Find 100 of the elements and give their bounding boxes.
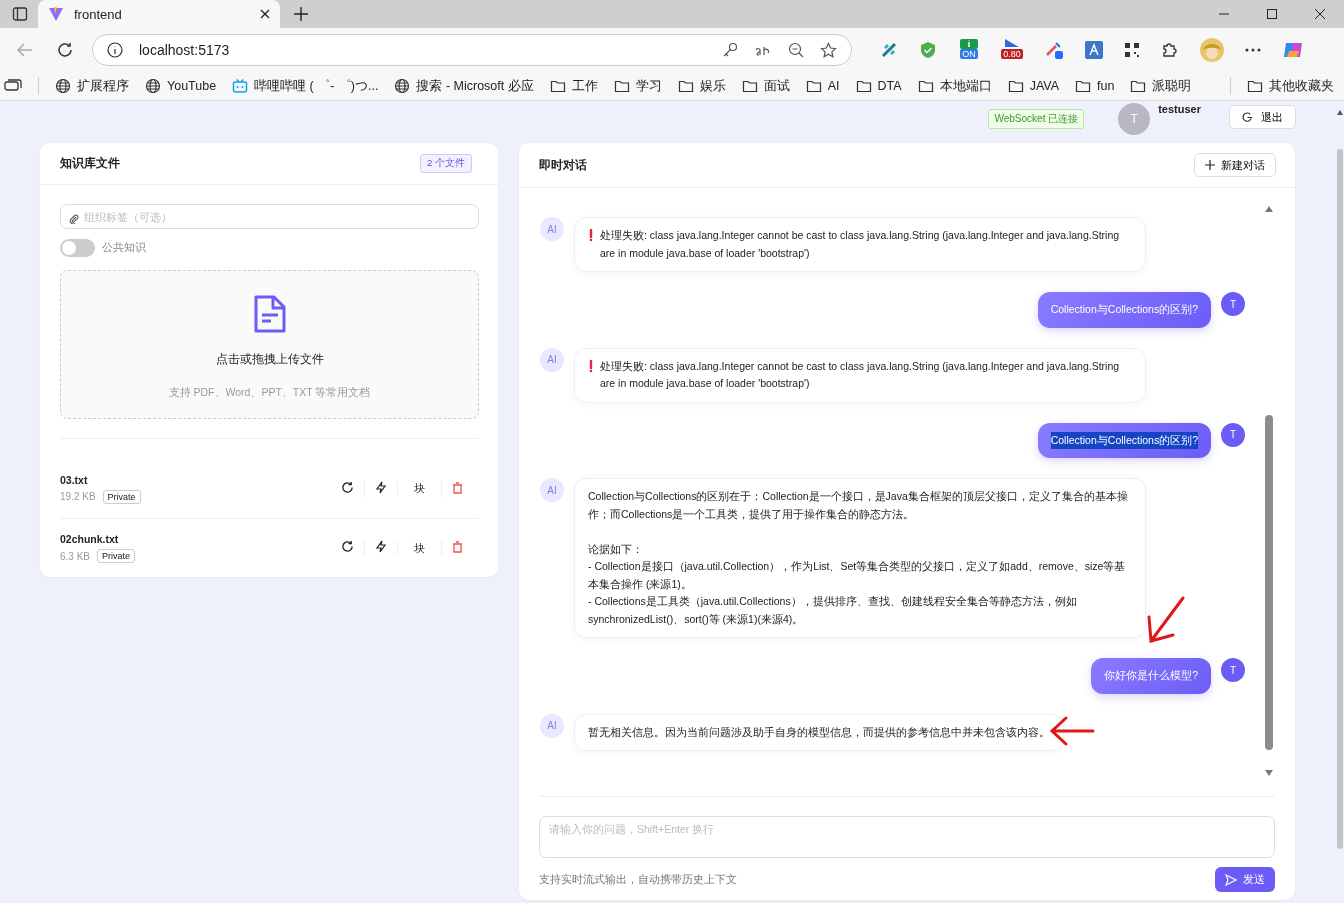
new-chat-button[interactable]: 新建对话 — [1194, 153, 1276, 177]
upload-dropzone[interactable]: 点击或拖拽上传文件 支持 PDF、Word、PPT、TXT 等常用文档 — [60, 270, 479, 419]
reading-list-icon[interactable] — [4, 79, 22, 93]
toggle-label: 公共知识 — [102, 241, 146, 255]
close-icon[interactable] — [260, 9, 270, 19]
send-icon[interactable] — [1225, 873, 1237, 886]
file-count-badge: 2 个文件 — [420, 154, 472, 173]
bookmark[interactable]: 面试 — [741, 77, 790, 95]
bookmark[interactable]: fun — [1075, 78, 1115, 94]
globe-icon — [145, 78, 161, 94]
folder-icon — [1075, 78, 1092, 94]
bookmark[interactable]: DTA — [855, 78, 902, 94]
assistant-message: 暂无相关信息。因为当前问题涉及助手自身的模型信息，而提供的参考信息中并未包含该内容。 — [574, 713, 1064, 751]
extension-badge: 0.80 — [1001, 49, 1023, 59]
browser-tab[interactable]: frontend — [38, 0, 280, 28]
more-icon[interactable] — [1245, 48, 1261, 52]
avatar: AI — [540, 217, 564, 241]
bookmark[interactable]: 工作 — [549, 77, 598, 95]
folder-icon — [677, 78, 694, 94]
card-title: 知识库文件 — [60, 155, 120, 172]
folder-icon — [549, 78, 566, 94]
lightning-icon[interactable] — [375, 540, 387, 553]
globe-icon — [55, 78, 71, 94]
visibility-tag: Private — [97, 549, 136, 563]
user-message: 你好你是什么模型? — [1091, 658, 1211, 694]
plus-icon[interactable] — [1205, 160, 1215, 170]
bookmark[interactable]: JAVA — [1007, 78, 1060, 94]
address-bar[interactable]: localhost:5173 — [92, 34, 852, 66]
exclamation-icon — [588, 359, 594, 373]
user-avatar: T — [1118, 103, 1151, 135]
chunk-button[interactable]: 块 — [408, 541, 431, 555]
send-button[interactable]: 发送 — [1215, 867, 1275, 892]
info-icon[interactable] — [107, 42, 123, 58]
file-size: 6.3 KB — [60, 550, 91, 562]
bookmark[interactable]: 哔哩哔哩 ( ゜- ゜)つ... — [232, 77, 379, 95]
reload-icon[interactable] — [341, 540, 354, 553]
question-input[interactable]: 请输入你的问题，Shift+Enter 换行 — [539, 816, 1275, 858]
folder-icon — [805, 78, 822, 94]
color-picker-icon[interactable] — [1044, 40, 1064, 60]
maximize-icon[interactable] — [1267, 9, 1277, 19]
document-icon — [253, 295, 286, 333]
extensions-icon[interactable] — [1161, 41, 1179, 59]
public-toggle[interactable] — [60, 239, 95, 257]
bookmark[interactable]: 搜索 - Microsoft 必应 — [394, 77, 534, 95]
logout-button[interactable]: 退出 — [1229, 105, 1296, 129]
paperclip-icon — [69, 213, 79, 224]
file-name: 03.txt — [60, 473, 89, 486]
star-icon[interactable] — [820, 41, 837, 59]
avatar: AI — [540, 713, 564, 738]
globe-icon — [394, 78, 411, 94]
bookmark[interactable]: 本地端口 — [917, 77, 992, 95]
bookmark[interactable]: 派聪明 — [1130, 77, 1192, 95]
extension-badge: ON — [960, 49, 978, 59]
trash-icon[interactable] — [452, 481, 463, 494]
file-name: 02chunk.txt — [60, 533, 120, 545]
flag-icon[interactable] — [1003, 39, 1021, 49]
folder-icon — [1247, 78, 1263, 94]
tv-icon — [232, 78, 249, 94]
bookmark[interactable]: YouTube — [145, 78, 217, 94]
trash-icon[interactable] — [452, 541, 463, 553]
avatar: T — [1221, 658, 1245, 682]
error-message: 处理失败: class java.lang.Integer cannot be cast to class java.lang.String (java.lang.Integer and java.lang.String are in module java.base of loader 'bootstrap') — [574, 217, 1146, 272]
visibility-tag: Private — [102, 489, 141, 504]
file-size: 19.2 KB — [60, 491, 96, 502]
font-icon[interactable] — [1085, 41, 1103, 59]
folder-icon — [1130, 78, 1147, 94]
avatar: T — [1221, 292, 1245, 316]
avatar: T — [1221, 422, 1245, 447]
bookmark[interactable]: 娱乐 — [677, 77, 726, 95]
zoom-out-icon[interactable] — [788, 42, 804, 58]
lightning-icon[interactable] — [375, 480, 387, 494]
close-icon[interactable] — [1315, 9, 1325, 19]
key-icon[interactable] — [722, 42, 738, 58]
bookmark[interactable]: 学习 — [613, 77, 662, 95]
annotation-arrow — [1048, 715, 1096, 747]
upload-title: 点击或拖拽上传文件 — [215, 351, 324, 368]
error-message: 处理失败: class java.lang.Integer cannot be cast to class java.lang.String (java.lang.Integer and java.lang.String are in module java.base of loader 'bootstrap') — [574, 347, 1146, 403]
assistant-message: Collection与Collections的区别在于：Collection是一个接口，是Java集合框架的顶层父接口，定义了集合的基本操作；而Collections是一个工具类，提供了用于操作集合的静态方法。 论据如下： - Collection是接口（java.util.Collection），作为List、Set等集合类型的父接口，定义了如add、remove、size等基本集合操作 (来源1)。 - Collections是工具类（java.util.Collections），提供排序、查找、创建线程安全集合等静态方法，例如synchronizedList()、sort()等 (来源1)(来源4)。 — [574, 478, 1146, 638]
plus-icon[interactable] — [294, 7, 308, 21]
shield-icon[interactable] — [919, 41, 937, 59]
folder-icon — [613, 78, 630, 94]
folder-icon — [741, 78, 758, 94]
bookmark[interactable]: 其他收藏夹 — [1247, 77, 1334, 95]
bookmark[interactable]: 扩展程序 — [55, 77, 129, 95]
exclamation-icon — [588, 229, 594, 242]
chunk-button[interactable]: 块 — [408, 481, 431, 496]
qr-code-icon[interactable] — [1124, 42, 1140, 58]
avatar: AI — [540, 347, 564, 372]
username: testuser — [1158, 103, 1201, 115]
info-square-icon[interactable] — [960, 39, 978, 49]
reload-icon[interactable] — [341, 480, 354, 494]
tab-actions-icon[interactable] — [12, 6, 28, 22]
bookmark[interactable]: AI — [805, 78, 840, 94]
user-message: Collection与Collections的区别? — [1037, 422, 1211, 458]
folder-icon — [917, 78, 934, 94]
card-title: 即时对话 — [539, 156, 587, 174]
upload-hint: 支持 PDF、Word、PPT、TXT 等常用文档 — [168, 386, 371, 400]
folder-icon — [1007, 78, 1024, 94]
user-message: Collection与Collections的区别? — [1037, 292, 1211, 328]
avatar: AI — [540, 478, 564, 502]
